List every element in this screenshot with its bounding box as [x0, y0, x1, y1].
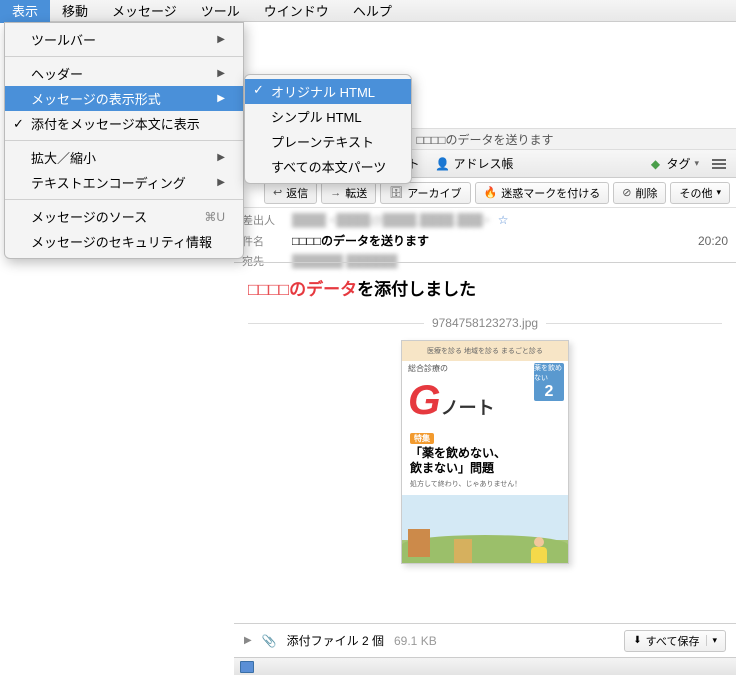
submenu-simple-html[interactable]: シンプル HTML — [245, 104, 411, 129]
book-illustration — [402, 495, 568, 564]
menu-view[interactable]: 表示 — [0, 0, 50, 23]
junk-button[interactable]: 🔥迷惑マークを付ける — [475, 182, 610, 204]
attachment-count-label: 添付ファイル 2 個 — [287, 632, 384, 649]
separator — [5, 199, 243, 200]
separator — [5, 56, 243, 57]
subject-value: □□□□のデータを送ります — [292, 232, 429, 249]
menu-go[interactable]: 移動 — [50, 0, 100, 23]
forward-button[interactable]: →転送 — [321, 182, 376, 204]
dropdown-header[interactable]: ヘッダー▶ — [5, 61, 243, 86]
view-dropdown: ツールバー▶ ヘッダー▶ メッセージの表示形式▶ ✓添付をメッセージ本文に表示 … — [4, 22, 244, 259]
headline-red: □□□□のデータ — [248, 280, 357, 299]
book-small-title: 総合診療の — [408, 363, 448, 374]
archive-icon: 🗄 — [389, 186, 403, 199]
archive-button[interactable]: 🗄アーカイブ — [380, 182, 470, 204]
chevron-right-icon: ▶ — [217, 34, 225, 45]
body-headline: □□□□のデータを添付しました — [248, 275, 722, 300]
flame-icon: 🔥 — [484, 186, 498, 199]
attachment-image: 医療を診る 地域を診る まるごと診る 総合診療の 薬を飲めない2 Gノート 特集… — [401, 340, 569, 564]
dropdown-zoom[interactable]: 拡大／縮小▶ — [5, 145, 243, 170]
attachment-filename: 9784758123273.jpg — [424, 316, 546, 330]
check-icon: ✓ — [13, 116, 24, 132]
menubar: 表示 移動 メッセージ ツール ウインドウ ヘルプ — [0, 0, 736, 22]
separator — [5, 140, 243, 141]
prohibit-icon: ⊘ — [622, 186, 631, 199]
forward-icon: → — [330, 187, 341, 199]
dropdown-encoding[interactable]: テキストエンコーディング▶ — [5, 170, 243, 195]
chevron-right-icon: ▶ — [217, 152, 225, 163]
dropdown-security-info[interactable]: メッセージのセキュリティ情報 — [5, 229, 243, 254]
chevron-down-icon: ▾ — [716, 187, 721, 198]
attachment-size: 69.1 KB — [394, 634, 437, 648]
person-icon: 👤 — [435, 157, 449, 171]
book-topbar: 医療を診る 地域を診る まるごと診る — [402, 341, 568, 361]
chevron-right-icon: ▶ — [217, 93, 225, 104]
menu-message[interactable]: メッセージ — [100, 0, 189, 23]
dropdown-message-format[interactable]: メッセージの表示形式▶ — [5, 86, 243, 111]
book-feature: 特集 「薬を飲めない、 飲まない」問題 — [410, 430, 560, 477]
shortcut-label: ⌘U — [204, 210, 225, 224]
chevron-right-icon: ▶ — [217, 68, 225, 79]
reply-button[interactable]: ↩返信 — [264, 182, 317, 204]
from-label: 差出人 — [242, 212, 284, 228]
menu-icon[interactable] — [708, 155, 730, 173]
menu-window[interactable]: ウインドウ — [252, 0, 341, 23]
other-button[interactable]: その他▾ — [670, 182, 730, 204]
from-value: ████ <████@████.████.███> — [292, 213, 490, 227]
submenu-all-parts[interactable]: すべての本文パーツ — [245, 154, 411, 179]
dropdown-toolbar[interactable]: ツールバー▶ — [5, 27, 243, 52]
star-icon[interactable]: ☆ — [498, 213, 509, 227]
message-time: 20:20 — [698, 234, 728, 248]
tag-icon: ◆ — [648, 157, 662, 171]
subject-label: 件名 — [242, 233, 284, 249]
computer-icon[interactable] — [240, 661, 254, 673]
message-format-submenu: ✓オリジナル HTML シンプル HTML プレーンテキスト すべての本文パーツ — [244, 74, 412, 184]
dropdown-source[interactable]: メッセージのソース⌘U — [5, 204, 243, 229]
delete-button[interactable]: ⊘削除 — [613, 182, 666, 204]
menu-help[interactable]: ヘルプ — [341, 0, 404, 23]
addressbook-button[interactable]: 👤アドレス帳 — [428, 152, 520, 175]
submenu-plain-text[interactable]: プレーンテキスト — [245, 129, 411, 154]
attachment-divider: 9784758123273.jpg — [248, 316, 722, 330]
chevron-right-icon: ▶ — [217, 177, 225, 188]
book-issue-badge: 薬を飲めない2 — [534, 363, 564, 401]
save-all-button[interactable]: ⬇すべて保存▾ — [624, 630, 726, 652]
tag-button[interactable]: ◆タグ▾ — [641, 152, 706, 175]
dropdown-show-attachments-inline[interactable]: ✓添付をメッセージ本文に表示 — [5, 111, 243, 136]
menu-tools[interactable]: ツール — [189, 0, 252, 23]
attachment-footer: ▶ 📎 添付ファイル 2 個 69.1 KB ⬇すべて保存▾ — [234, 623, 736, 657]
download-icon: ⬇ — [633, 635, 641, 646]
submenu-original-html[interactable]: ✓オリジナル HTML — [245, 79, 411, 104]
status-bar — [234, 657, 736, 675]
message-body: □□□□のデータを添付しました 9784758123273.jpg 医療を診る … — [234, 262, 736, 623]
paperclip-icon: 📎 — [262, 634, 277, 648]
headline-rest: を添付しました — [357, 280, 476, 299]
reply-icon: ↩ — [273, 186, 282, 199]
chevron-down-icon: ▾ — [694, 158, 699, 169]
check-icon: ✓ — [253, 82, 264, 98]
chevron-down-icon: ▾ — [706, 635, 717, 646]
book-feature-sub: 処方して終わり、じゃありません！ — [410, 479, 560, 489]
triangle-right-icon[interactable]: ▶ — [244, 635, 252, 646]
